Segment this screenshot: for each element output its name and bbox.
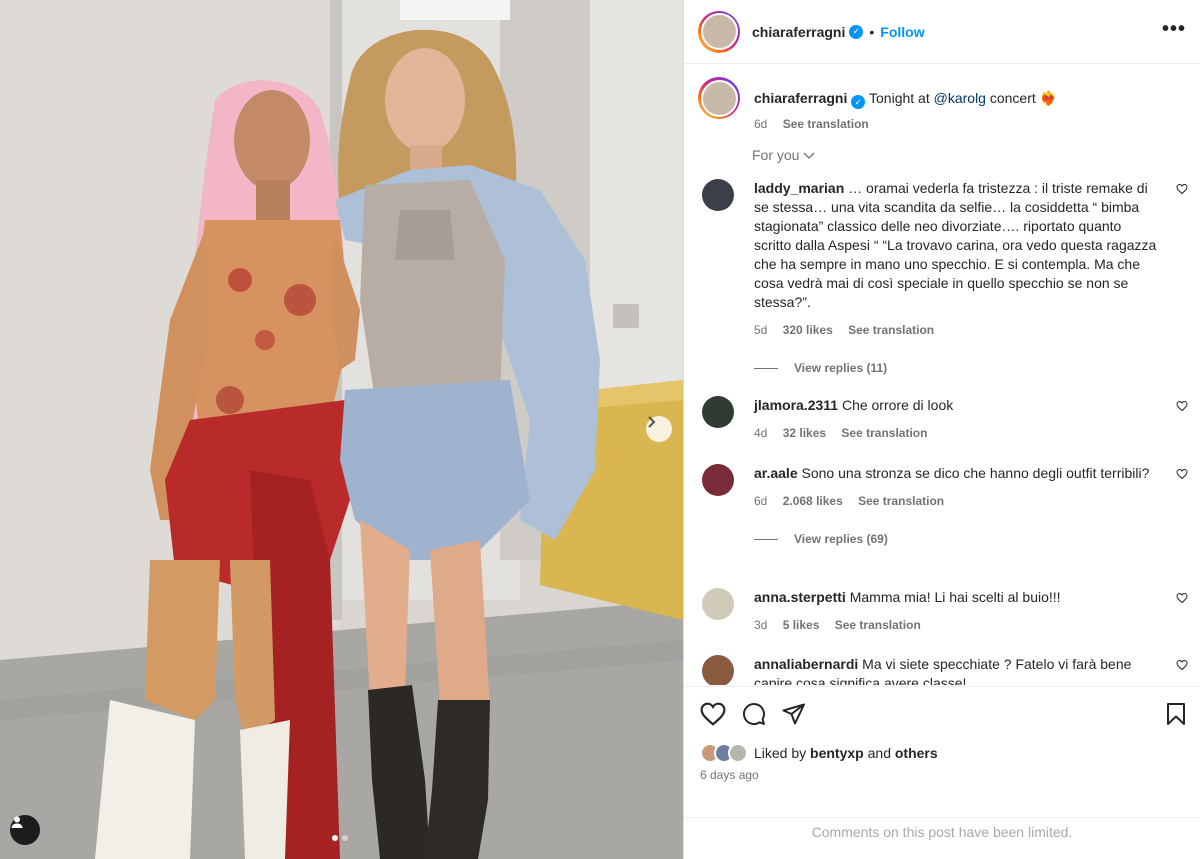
post-photo [0, 0, 683, 859]
comment-text: Mamma mia! Li hai scelti al buio!!! [849, 589, 1061, 605]
comment-item: annaliabernardi Ma vi siete specchiate ?… [698, 655, 1188, 685]
post-image[interactable] [0, 0, 683, 859]
comment-see-translation[interactable]: See translation [841, 426, 927, 440]
caption-text-before: Tonight at [869, 90, 934, 106]
comment-likes[interactable]: 2.068 likes [783, 494, 843, 508]
like-comment-heart-icon[interactable] [1176, 183, 1188, 195]
follow-button[interactable]: Follow [880, 24, 924, 40]
replies-line [754, 367, 778, 369]
author-avatar[interactable] [698, 10, 740, 53]
caption-username[interactable]: chiaraferragni [754, 90, 847, 106]
liked-by: Liked by bentyxp and others [700, 743, 938, 763]
comment-see-translation[interactable]: See translation [848, 323, 934, 337]
caption-text-after: concert ❤️‍🔥 [985, 90, 1058, 106]
heart-icon [700, 702, 726, 726]
comment-age: 5d [754, 323, 768, 337]
comment-bubble-icon [743, 703, 765, 725]
commenter-avatar[interactable] [702, 655, 734, 685]
comment-sort-dropdown[interactable]: For you [752, 147, 815, 163]
chevron-right-icon [648, 416, 656, 428]
post-caption: chiaraferragni ✓ Tonight at @karolg conce… [698, 75, 1178, 133]
bookmark-icon [1167, 703, 1185, 725]
view-replies-label: View replies (69) [794, 532, 888, 546]
liked-by-prefix: Liked by [754, 745, 811, 761]
verified-badge-icon: ✓ [851, 95, 866, 109]
sort-label: For you [752, 147, 800, 163]
like-comment-heart-icon[interactable] [1176, 468, 1188, 480]
view-replies-label: View replies (11) [794, 361, 888, 375]
comment-item: jlamora.2311 Che orrore di look 4d 32 li… [698, 396, 1188, 443]
comment-button[interactable] [742, 702, 766, 726]
comment-see-translation[interactable]: See translation [858, 494, 944, 508]
post-actions: Liked by bentyxp and others 6 days ago C… [684, 686, 1200, 858]
comment-age: 3d [754, 618, 768, 632]
like-comment-heart-icon[interactable] [1176, 592, 1188, 604]
save-button[interactable] [1166, 702, 1186, 726]
comment-text: Che orrore di look [841, 397, 954, 413]
comment-see-translation[interactable]: See translation [835, 618, 921, 632]
user-icon [11, 816, 23, 828]
liked-by-avatars [700, 743, 748, 763]
comment-text: Sono una stronza se dico che hanno degli… [801, 465, 1150, 481]
share-button[interactable] [782, 703, 806, 725]
comments-limited-notice: Comments on this post have been limited. [684, 817, 1200, 859]
send-icon [782, 703, 805, 725]
view-replies-button[interactable]: View replies (11) [754, 361, 1188, 375]
comment-username[interactable]: ar.aale [754, 465, 798, 481]
view-replies-button[interactable]: View replies (69) [754, 532, 1188, 546]
comment-likes[interactable]: 5 likes [783, 618, 820, 632]
liked-by-and: and [863, 745, 895, 761]
carousel-dot-active [332, 835, 338, 841]
commenter-avatar[interactable] [702, 179, 734, 211]
comment-item: anna.sterpetti Mamma mia! Li hai scelti … [698, 588, 1188, 635]
post-timestamp[interactable]: 6 days ago [700, 768, 759, 782]
comment-likes[interactable]: 32 likes [783, 426, 826, 440]
comment-item: laddy_marian … oramai vederla fa tristez… [698, 179, 1188, 375]
comment-username[interactable]: annaliabernardi [754, 656, 858, 672]
commenter-avatar[interactable] [702, 396, 734, 428]
comment-username[interactable]: laddy_marian [754, 180, 844, 196]
commenter-avatar[interactable] [702, 464, 734, 496]
carousel-indicator [332, 835, 348, 841]
liked-by-user[interactable]: bentyxp [810, 745, 864, 761]
more-options-icon[interactable]: ••• [1162, 19, 1186, 39]
comment-username[interactable]: anna.sterpetti [754, 589, 846, 605]
like-comment-heart-icon[interactable] [1176, 400, 1188, 412]
comment-item: ar.aale Sono una stronza se dico che han… [698, 464, 1188, 546]
caption-avatar[interactable] [698, 77, 740, 119]
liked-by-others[interactable]: others [895, 745, 938, 761]
action-icons [700, 701, 1186, 727]
verified-badge-icon: ✓ [849, 24, 864, 39]
caption-see-translation[interactable]: See translation [783, 117, 869, 131]
comment-age: 4d [754, 426, 768, 440]
chevron-down-icon [803, 152, 815, 159]
comment-age: 6d [754, 494, 768, 508]
replies-line [754, 538, 778, 540]
like-button[interactable] [700, 702, 726, 726]
post-header: chiaraferragni ✓ • Follow ••• [684, 0, 1200, 64]
comment-text: … oramai vederla fa tristezza : il trist… [754, 180, 1157, 310]
post-sidebar: chiaraferragni ✓ • Follow ••• chiaraferr… [683, 0, 1200, 859]
comments-list[interactable]: chiaraferragni ✓ Tonight at @karolg conce… [684, 65, 1200, 685]
carousel-dot [342, 835, 348, 841]
commenter-avatar[interactable] [702, 588, 734, 620]
comment-username[interactable]: jlamora.2311 [754, 397, 838, 413]
caption-mention-link[interactable]: @karolg [934, 90, 986, 106]
next-image-button[interactable] [646, 416, 672, 442]
header-separator: • [869, 23, 875, 40]
like-comment-heart-icon[interactable] [1176, 659, 1188, 671]
tagged-users-button[interactable] [10, 815, 40, 845]
comment-likes[interactable]: 320 likes [783, 323, 833, 337]
author-username[interactable]: chiaraferragni [752, 24, 845, 40]
caption-age: 6d [754, 117, 768, 131]
